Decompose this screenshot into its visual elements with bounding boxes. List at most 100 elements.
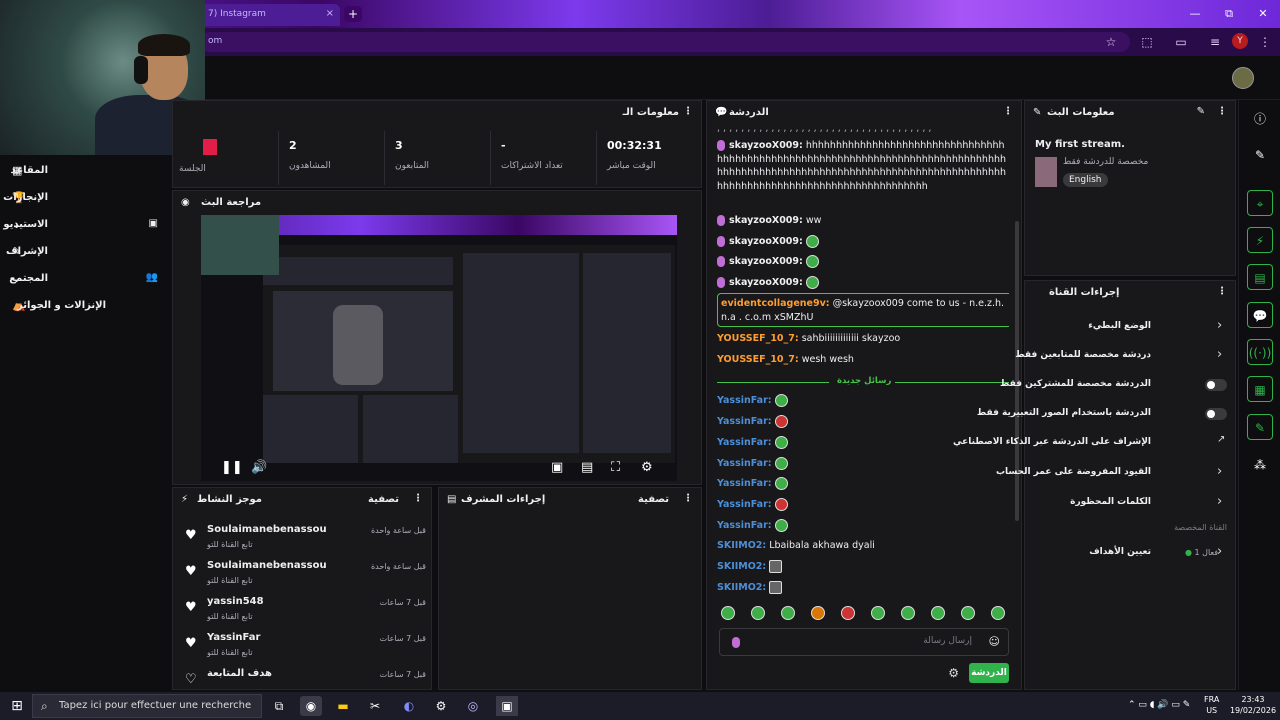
action-followers-only[interactable]: دردشة مخصصة للمتابعين فقط › bbox=[1015, 342, 1237, 370]
emote-icon[interactable] bbox=[931, 606, 945, 620]
windows-start-icon[interactable]: ⊞ bbox=[6, 696, 28, 716]
chat-input[interactable]: إرسال رسالة ☺ bbox=[719, 628, 1009, 656]
bookmark-star-icon[interactable]: ☆ bbox=[1102, 33, 1120, 51]
stream-category[interactable]: مخصصة للدردشة فقط bbox=[1063, 157, 1148, 167]
action-set-goals[interactable]: تعيين الأهداف ● فعال 1 › bbox=[1025, 539, 1237, 567]
sidebar-item-drops-rewards[interactable]: ⛺ الإنزالات و الجوائز bbox=[0, 294, 172, 320]
emote-icon[interactable] bbox=[751, 606, 765, 620]
info-icon[interactable]: ⓘ bbox=[1247, 106, 1273, 132]
panel-menu-icon[interactable]: ⋮ bbox=[683, 493, 693, 504]
wrench-icon[interactable]: ✎ bbox=[1247, 414, 1273, 440]
maximize-button[interactable]: ⧉ bbox=[1212, 0, 1246, 28]
pip-icon[interactable]: ▣ bbox=[551, 460, 563, 475]
edit-icon[interactable]: ✎ bbox=[1197, 106, 1205, 117]
obs-icon[interactable]: ◎ bbox=[462, 696, 484, 716]
subscribers-only-toggle[interactable] bbox=[1205, 379, 1227, 391]
tab-close-icon[interactable]: × bbox=[326, 8, 334, 19]
video-webcam-thumbnail bbox=[201, 215, 279, 275]
pen-icon[interactable]: ✎ bbox=[1247, 142, 1273, 168]
chat-settings-gear-icon[interactable]: ⚙ bbox=[948, 666, 959, 680]
action-account-age[interactable]: القيود المفروضة على عمر الحساب › bbox=[996, 459, 1237, 487]
browser-tab[interactable]: 7) Instagram × bbox=[200, 4, 340, 26]
chat-send-button[interactable]: الدردشة bbox=[969, 663, 1009, 683]
emote-icon[interactable] bbox=[901, 606, 915, 620]
action-slow-mode[interactable]: الوضع البطيء › bbox=[1025, 313, 1237, 341]
emote-icon[interactable] bbox=[991, 606, 1005, 620]
layout-icon[interactable]: ▦ bbox=[1247, 376, 1273, 402]
panel-menu-icon[interactable]: ⋮ bbox=[1003, 106, 1013, 117]
settings-icon[interactable]: ⚙ bbox=[430, 696, 452, 716]
chrome-icon[interactable]: ◉ bbox=[300, 696, 322, 716]
chat-icon[interactable]: 💬 bbox=[1247, 302, 1273, 328]
volume-icon[interactable]: 🔊 bbox=[251, 460, 267, 475]
emote-icon[interactable] bbox=[721, 606, 735, 620]
cast-icon[interactable]: ▭ bbox=[1172, 33, 1190, 51]
settings-gear-icon[interactable]: ⚙ bbox=[641, 460, 653, 475]
channel-actions-header: إجراءات القناة ⋮ bbox=[1025, 281, 1235, 305]
pause-icon[interactable]: ❚❚ bbox=[221, 460, 243, 475]
emoji-picker-icon[interactable]: ☺ bbox=[989, 635, 1000, 648]
app-icon[interactable]: ▣ bbox=[496, 696, 518, 716]
tray-icons[interactable]: ⌃ ▭ ◖ 🔊 ▭ ✎ bbox=[1128, 700, 1190, 710]
language-tag[interactable]: English bbox=[1063, 173, 1108, 187]
sidebar-item-community[interactable]: ⌄ المجتمع 👥 bbox=[0, 267, 172, 293]
broadcast-icon[interactable]: ((·)) bbox=[1247, 339, 1273, 365]
discord-icon[interactable]: ◐ bbox=[398, 696, 420, 716]
address-bar[interactable]: om bbox=[200, 32, 1130, 52]
panel-menu-icon[interactable]: ⋮ bbox=[1217, 286, 1227, 297]
bolt-icon[interactable]: ⚡ bbox=[1247, 227, 1273, 253]
session-label: الجلسة bbox=[179, 164, 206, 174]
preview-icon: ◉ bbox=[181, 197, 190, 208]
emote-icon[interactable] bbox=[841, 606, 855, 620]
stream-preview-header: ◉ مراجعة البث bbox=[173, 191, 701, 215]
panel-menu-icon[interactable]: ⋮ bbox=[413, 493, 423, 504]
chat-bubble-icon: 💬 bbox=[715, 107, 728, 118]
action-banned-words[interactable]: الكلمات المحظورة › bbox=[1025, 489, 1237, 517]
sidebar-item-studio[interactable]: ⌄ الاستيديو ▣ bbox=[0, 213, 172, 239]
emote-icon[interactable] bbox=[961, 606, 975, 620]
external-link-icon: ↗ bbox=[1217, 434, 1226, 445]
chat-message: YOUSSEF_10_7: sahbiiiiiiiiiiiii skayzoo bbox=[717, 333, 901, 344]
taskbar-clock[interactable]: 23:43 19/02/2026 bbox=[1228, 694, 1278, 718]
action-ai-moderation[interactable]: الإشراف على الدردشة عبر الذكاء الاصطناعي… bbox=[953, 429, 1237, 457]
emote-only-toggle[interactable] bbox=[1205, 408, 1227, 420]
filter-button[interactable]: تصفية bbox=[368, 494, 399, 505]
mic-badge-icon bbox=[717, 140, 725, 151]
browser-menu-icon[interactable]: ⋮ bbox=[1256, 33, 1274, 51]
user-avatar[interactable] bbox=[1232, 67, 1254, 89]
panel-menu-icon[interactable]: ⋮ bbox=[1217, 106, 1227, 117]
capcut-icon[interactable]: ✂ bbox=[364, 696, 386, 716]
sidebar-item-moderation[interactable]: ✎ الإشراف bbox=[0, 240, 172, 266]
mic-icon[interactable] bbox=[732, 637, 740, 648]
document-icon[interactable]: ▤ bbox=[1247, 264, 1273, 290]
emote-icon[interactable] bbox=[811, 606, 825, 620]
emote-icon[interactable] bbox=[871, 606, 885, 620]
sidebar-item-dashboard[interactable]: ▦ المقاعد bbox=[0, 159, 172, 185]
panel-menu-icon[interactable]: ⋮ bbox=[683, 106, 693, 117]
nested-object bbox=[333, 305, 383, 385]
close-window-button[interactable]: ✕ bbox=[1246, 0, 1280, 28]
stream-video-player[interactable]: ❚❚ 🔊 ▣ ▤ ⛶ ⚙ bbox=[201, 215, 677, 481]
new-tab-button[interactable]: + bbox=[344, 6, 362, 22]
profile-avatar[interactable]: Y bbox=[1232, 33, 1248, 49]
chat-message: YassinFar: bbox=[717, 457, 1009, 471]
filter-button[interactable]: تصفية bbox=[638, 494, 669, 505]
sidebar-item-achievements[interactable]: 🏆 الإنجازات bbox=[0, 186, 172, 212]
theater-icon[interactable]: ▤ bbox=[581, 460, 593, 475]
chat-message-list[interactable]: , , , , , , , , , , , , , , , , , , , , … bbox=[717, 125, 1009, 601]
minimize-button[interactable]: — bbox=[1178, 0, 1212, 28]
taskbar-search[interactable]: ⌕ Tapez ici pour effectuer une recherche bbox=[32, 694, 262, 718]
file-explorer-icon[interactable]: ▬ bbox=[332, 696, 354, 716]
fullscreen-icon[interactable]: ⛶ bbox=[611, 460, 620, 475]
nested-actions bbox=[583, 253, 671, 453]
focus-icon[interactable]: ⌖ bbox=[1247, 190, 1273, 216]
chat-message: SKIIMO2: Lbaibala akhawa dyali bbox=[717, 540, 875, 551]
add-widget-icon[interactable]: ⁂ bbox=[1247, 452, 1273, 478]
extensions-icon[interactable]: ⬚ bbox=[1138, 33, 1156, 51]
stat-subscriptions: - تعداد الاشتراكات bbox=[490, 131, 590, 185]
media-icon[interactable]: ≡ bbox=[1206, 33, 1224, 51]
input-language[interactable]: FRA US bbox=[1204, 694, 1219, 716]
task-view-icon[interactable]: ⧉ bbox=[268, 696, 290, 716]
webcam-person-hair bbox=[138, 34, 190, 56]
emote-icon[interactable] bbox=[781, 606, 795, 620]
